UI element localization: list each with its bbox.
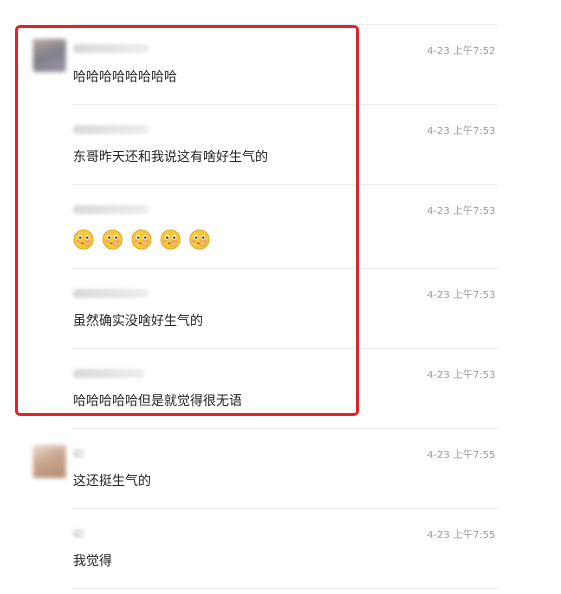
message-time: 4-23 上午7:53: [427, 370, 496, 381]
message-divider: [72, 588, 497, 589]
message-text: 这还挺生气的: [73, 474, 152, 489]
message-time: 4-23 上午7:53: [427, 126, 496, 137]
message-text: 我觉得: [73, 554, 113, 569]
sender-name-redacted: [73, 529, 85, 538]
avatar[interactable]: [33, 445, 66, 478]
message-time: 4-23 上午7:53: [427, 206, 496, 217]
message-time: 4-23 上午7:55: [427, 530, 496, 541]
message-divider: [72, 428, 497, 429]
message-time: 4-23 上午7:53: [427, 290, 496, 301]
message-time: 4-23 上午7:55: [427, 450, 496, 461]
message-divider: [72, 508, 497, 509]
sender-name-redacted: [73, 449, 85, 458]
highlight-box: [15, 25, 359, 416]
message-time: 4-23 上午7:52: [427, 46, 496, 57]
